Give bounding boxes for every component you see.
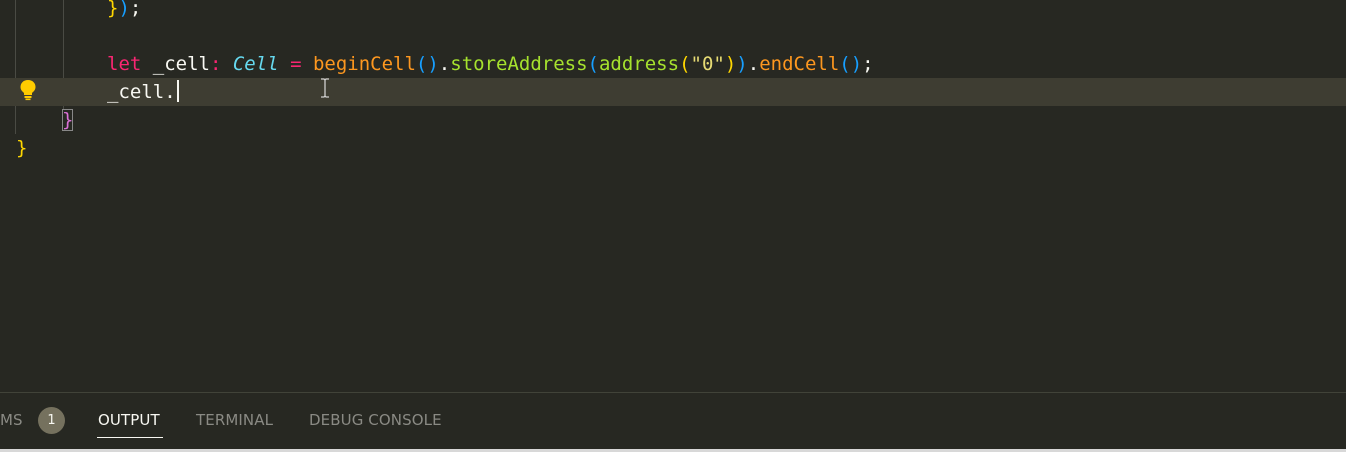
code-editor[interactable]: }); let _cell: Cell = beginCell().storeA… xyxy=(0,0,1346,392)
problems-count-badge: 1 xyxy=(38,407,65,434)
code-line[interactable]: } xyxy=(0,134,1346,162)
code-token: beginCell xyxy=(312,53,416,75)
code-token: = xyxy=(278,53,313,75)
code-line-content: } xyxy=(62,106,74,134)
text-cursor-icon xyxy=(319,78,331,98)
tab-debug-console[interactable]: DEBUG CONSOLE xyxy=(309,410,442,430)
code-token: _cell xyxy=(152,53,210,75)
code-token: Cell xyxy=(232,53,279,75)
code-token: . xyxy=(438,53,451,75)
code-line-content: }); xyxy=(107,0,141,22)
code-token: let xyxy=(107,53,153,75)
tab-problems[interactable]: MS xyxy=(0,410,23,430)
code-token: _cell. xyxy=(107,81,176,103)
code-line[interactable]: let _cell: Cell = beginCell().storeAddre… xyxy=(0,50,1346,78)
code-token: } xyxy=(107,0,119,19)
code-token: endCell xyxy=(759,53,840,75)
code-token: ( xyxy=(587,53,599,75)
code-token: storeAddress xyxy=(450,53,588,75)
text-caret xyxy=(176,80,179,102)
tab-terminal[interactable]: TERMINAL xyxy=(196,410,273,430)
code-token: address xyxy=(598,53,680,75)
code-token: () xyxy=(415,53,439,75)
code-token: : xyxy=(209,53,233,75)
code-line-content: } xyxy=(16,134,27,162)
code-token: } xyxy=(16,137,28,159)
code-token: } xyxy=(62,109,74,131)
code-line-content: let _cell: Cell = beginCell().storeAddre… xyxy=(107,50,874,78)
code-line[interactable]: } xyxy=(0,106,1346,134)
bottom-panel: MS 1 OUTPUT TERMINAL DEBUG CONSOLE xyxy=(0,392,1346,452)
code-token: ) xyxy=(736,53,748,75)
tab-output[interactable]: OUTPUT xyxy=(98,410,160,430)
code-token: ; xyxy=(129,0,142,19)
code-token: () xyxy=(839,53,863,75)
code-line-content: _cell. xyxy=(107,78,179,106)
lightbulb-icon[interactable] xyxy=(18,79,38,101)
code-token: ; xyxy=(862,53,874,75)
code-token: . xyxy=(747,53,760,75)
code-token: ( xyxy=(679,53,691,75)
code-token: ) xyxy=(118,0,130,19)
vscode-window: }); let _cell: Cell = beginCell().storeA… xyxy=(0,0,1346,452)
active-tab-indicator xyxy=(97,437,163,438)
current-code-line[interactable]: _cell. xyxy=(0,78,1346,106)
code-token: "0" xyxy=(690,53,725,75)
code-line[interactable]: }); xyxy=(0,0,1346,22)
code-token: ) xyxy=(724,53,737,75)
